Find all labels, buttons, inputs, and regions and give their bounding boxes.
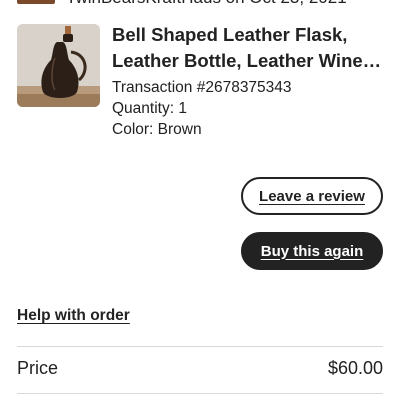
price-value: $60.00: [327, 358, 383, 378]
item-title[interactable]: Bell Shaped Leather Flask, Leather Bottl…: [112, 22, 392, 74]
leather-flask-image: [17, 24, 100, 107]
price-label: Price: [17, 358, 59, 378]
item-title-line-1[interactable]: Bell Shaped Leather Flask,: [112, 22, 392, 48]
buy-again-button[interactable]: Buy this again: [241, 232, 383, 270]
divider: [17, 346, 383, 347]
divider: [17, 393, 383, 394]
item-meta: Transaction #2678375343 Quantity: 1 Colo…: [112, 77, 292, 140]
shop-avatar[interactable]: [17, 0, 55, 4]
item-thumbnail[interactable]: [17, 24, 100, 107]
price-row: Price $60.00: [17, 358, 383, 379]
quantity-label: Quantity: 1: [112, 100, 187, 117]
help-with-order-link[interactable]: Help with order: [17, 307, 130, 325]
leave-review-button[interactable]: Leave a review: [241, 177, 383, 215]
transaction-number: Transaction #2678375343: [112, 79, 292, 96]
item-title-line-2[interactable]: Leather Bottle, Leather Wine…: [112, 48, 392, 74]
shop-purchase-line[interactable]: TwinBearsKraftHaus on Oct 23, 2021: [66, 0, 347, 8]
shop-header: TwinBearsKraftHaus on Oct 23, 2021: [0, 0, 400, 8]
color-label: Color: Brown: [112, 121, 202, 138]
